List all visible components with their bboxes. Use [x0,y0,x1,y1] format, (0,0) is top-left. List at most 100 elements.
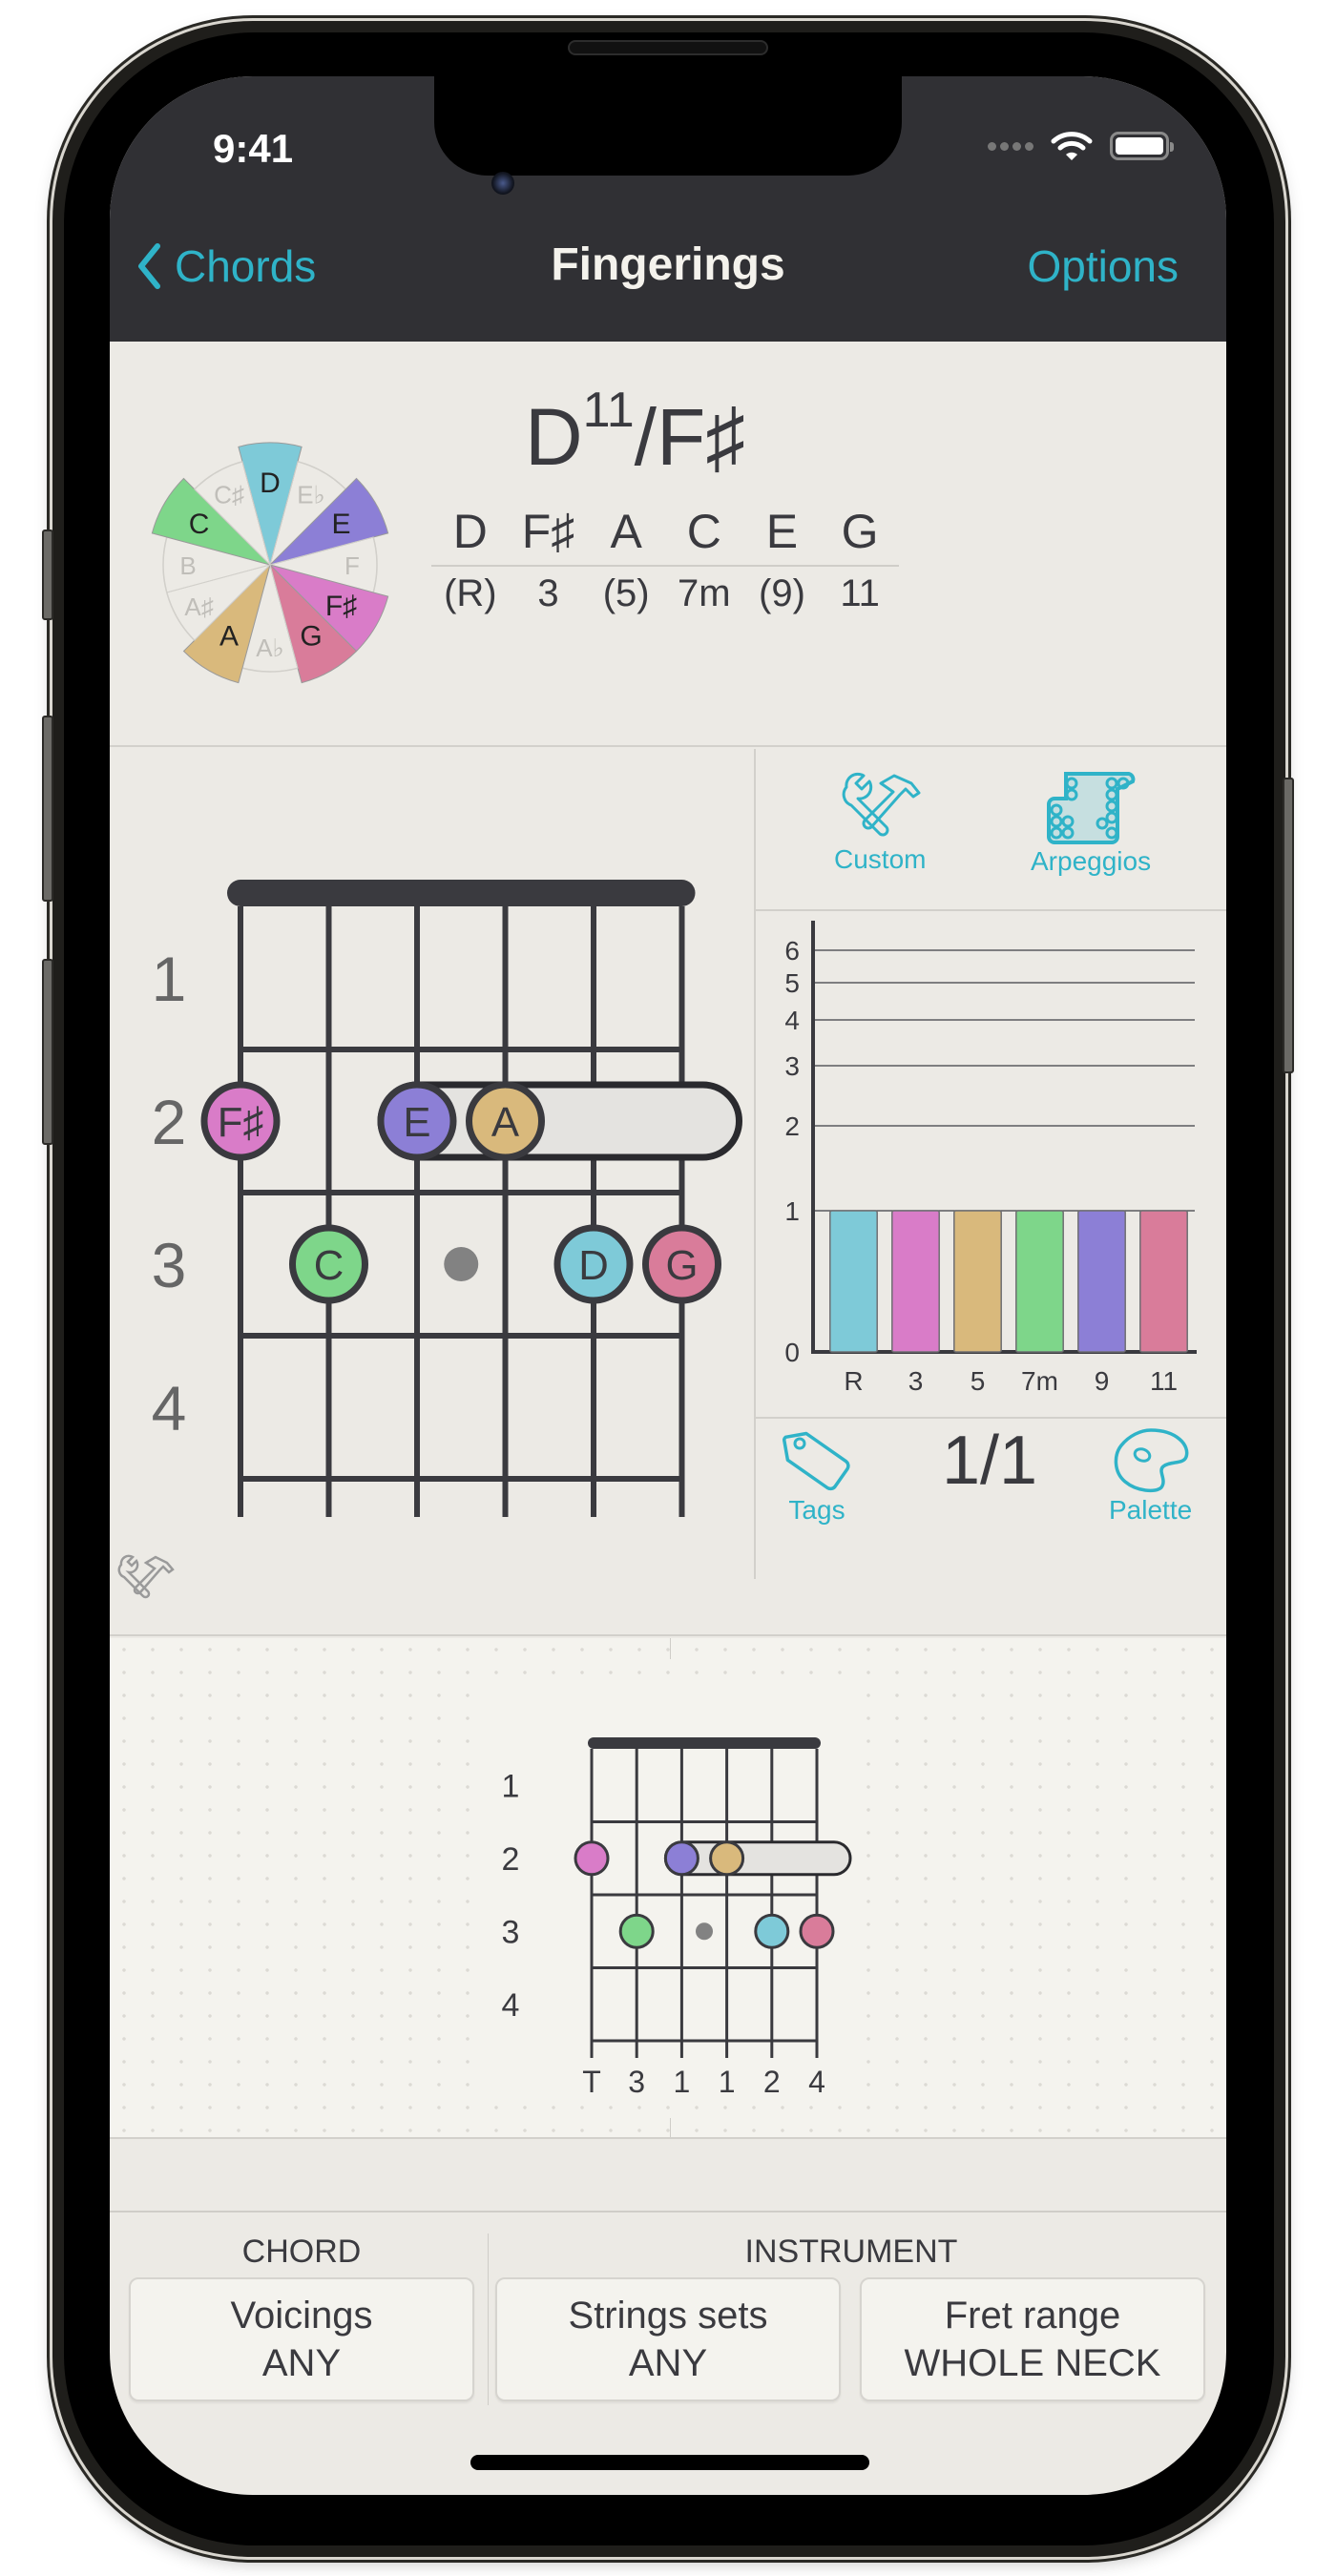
chord-note: D [452,505,488,558]
filter-title: Voicings [230,2295,373,2337]
fret-number: 1 [152,944,187,1014]
chord-bass: /F♯ [634,392,746,482]
finger-note-label: E [403,1099,430,1146]
fret-marker [696,1922,713,1941]
x-tick-label: 3 [908,1366,924,1396]
palette-icon [1114,1428,1188,1493]
battery-icon [1110,132,1174,160]
y-tick-label: 3 [784,1051,800,1081]
y-tick-label: 6 [784,936,800,966]
home-indicator[interactable] [470,2455,869,2470]
wheel-label: A [219,620,239,652]
finger-number: 2 [763,2065,781,2099]
nut [588,1737,821,1749]
arpeggios-label: Arpeggios [1031,846,1152,876]
bar [891,1210,940,1353]
arpeggios-button[interactable]: Arpeggios [1031,770,1151,877]
wheel-label: C [189,509,210,540]
fret-marker [444,1247,479,1281]
interval-bar-chart: 0123456R 3 5 7m 9 11 [784,921,1197,1396]
status-icons [988,130,1174,162]
bar [1015,1210,1064,1353]
note-wheel[interactable]: D E♭EF F♯G A♭ AA♯ BCC♯ [146,441,394,689]
cellular-signal-icon [988,141,1033,151]
finger-note-label: G [666,1242,699,1289]
wheel-label: D [260,467,281,499]
fingering-detail: 1 2 3 4 F♯ C E A D G Custom Arpeggios 0 … [110,749,1226,1636]
x-tick-label: 7m [1021,1366,1058,1396]
tag-icon [783,1431,850,1491]
mini-fretboard-diagram: 1234T 3 1 1 2 4 [502,1737,852,2099]
fret-range-filter-button[interactable]: Fret range WHOLE NECK [860,2277,1205,2401]
chord-interval: 11 [840,572,880,614]
finger-note-label: C [314,1242,344,1289]
volume-up-button [42,716,53,902]
mute-switch [42,530,53,620]
note-names-row: D F♯ A C E G [431,504,899,567]
panel-divider [756,1417,1226,1419]
front-camera [491,172,514,195]
chord-interval: (5) [602,572,650,614]
wheel-label: A♯ [184,592,213,621]
wheel-label: B [179,551,196,580]
chord-note: E [765,505,799,558]
volume-down-button [42,959,53,1145]
bar [1077,1210,1126,1353]
finger-number: T [582,2065,601,2099]
wheel-label: C♯ [214,481,244,509]
fret-number: 2 [502,1841,520,1878]
options-button[interactable]: Options [1027,240,1179,292]
app-screen: 9:41 Chords Fingerings Options D E♭ E F F♯ G A… [110,76,1226,2495]
wheel-label: G [300,620,322,652]
finger-dot [754,1913,790,1949]
tags-button[interactable]: Tags [783,1426,851,1526]
divider-line [670,2118,671,2137]
filter-title: Strings sets [568,2295,768,2337]
intervals-row: (R) 3 (5) 7m (9) 11 [431,567,899,615]
side-panel: Custom Arpeggios 0123456R357m 9 11 Tags … [754,749,1226,1579]
finger-dot [709,1840,745,1877]
finger-dot [574,1840,610,1877]
bar [829,1210,878,1353]
tags-label: Tags [788,1495,845,1525]
chord-name: D11/F♯ [525,385,811,484]
fret-number: 1 [502,1768,520,1804]
divider-line [670,1638,671,1659]
filter-value: ANY [628,2342,708,2384]
wifi-icon [1051,132,1093,160]
filter-bar: CHORD INSTRUMENT Voicings ANY Strings se… [110,2211,1226,2495]
fretboard-diagram: 1 2 3 4 F♯ C E A D G [117,880,742,1599]
wheel-label: A♭ [256,634,284,662]
power-button [1283,778,1294,1073]
chord-interval: 7m [678,572,731,614]
voicings-filter-button[interactable]: Voicings ANY [129,2277,474,2401]
fret-number: 3 [502,1914,520,1950]
palette-button[interactable]: Palette [1109,1426,1192,1526]
status-time: 9:41 [213,126,294,171]
large-chord-diagram[interactable]: 1 2 3 4 F♯ C E A D G [110,749,754,1636]
finger-dot [799,1913,835,1949]
mini-diagram-card[interactable]: 1234T31124 [482,1676,854,2106]
page-count: 1/1 [942,1423,1038,1499]
tools-icon [842,772,921,837]
fingering-list: 1234T31124 [110,1638,1226,2139]
nut [227,880,696,906]
finger-number: 3 [628,2065,645,2099]
chord-group-label: CHORD [241,2233,362,2270]
bar [953,1210,1002,1353]
fret-number: 2 [152,1087,187,1157]
finger-number: 4 [808,2065,825,2099]
y-tick-label: 0 [784,1338,800,1367]
wheel-label: F♯ [325,591,357,622]
chord-extension: 11 [582,383,635,438]
chord-note: A [610,505,642,558]
chord-root: D [525,392,583,482]
chord-note: G [841,505,879,558]
chord-interval: (R) [444,572,497,614]
string-sets-filter-button[interactable]: Strings sets ANY [495,2277,841,2401]
wheel-label: F [344,551,360,580]
custom-button[interactable]: Custom [834,770,926,875]
group-divider [488,2233,489,2405]
chord-note: C [686,505,721,558]
wheel-label: E♭ [297,481,325,509]
